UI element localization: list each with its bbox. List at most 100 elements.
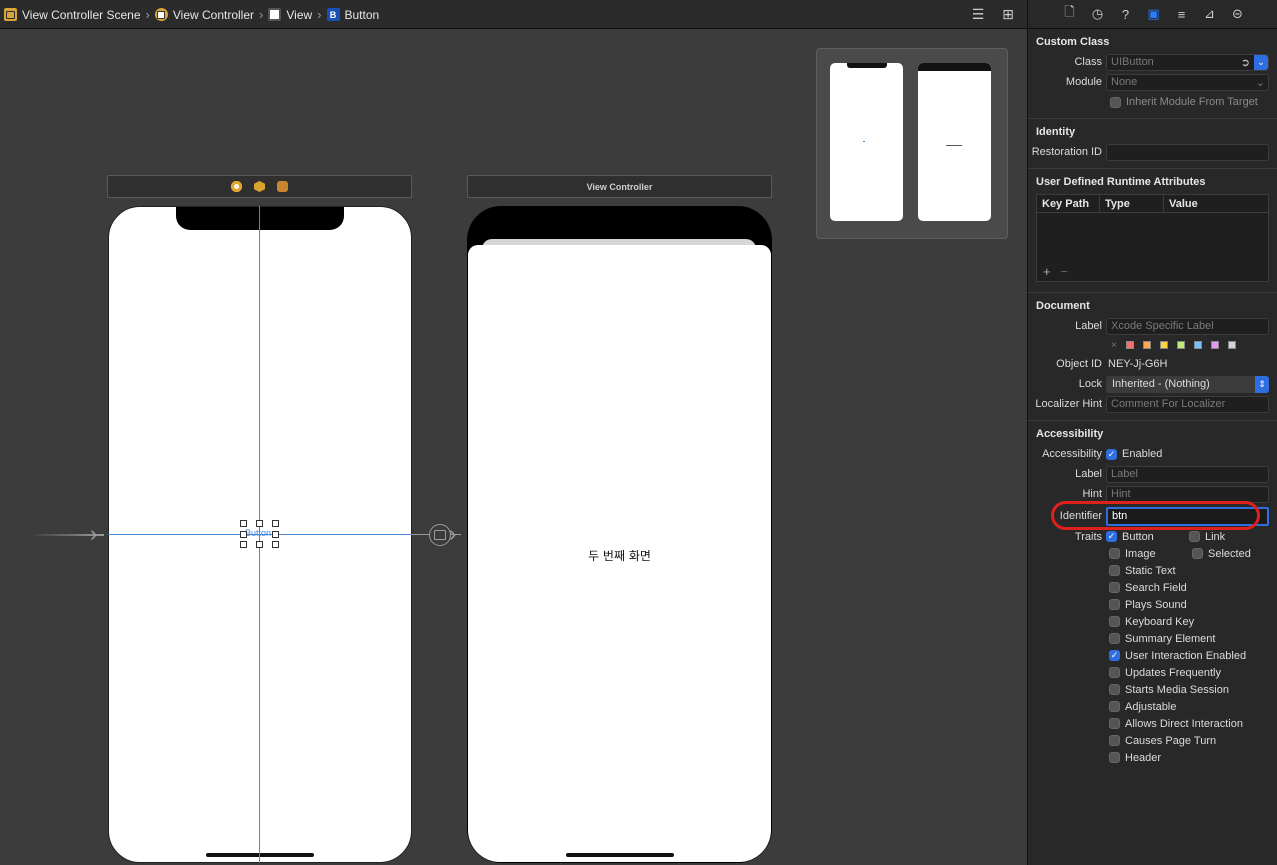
attributes-inspector-icon[interactable]: ≡ — [1172, 5, 1191, 23]
trait-checkbox-updates-frequently[interactable] — [1109, 667, 1120, 678]
trait-checkbox-static-text[interactable] — [1109, 565, 1120, 576]
trait-checkbox-selected[interactable] — [1192, 548, 1203, 559]
color-swatch[interactable] — [1176, 341, 1185, 349]
color-swatch[interactable] — [1159, 341, 1168, 349]
add-attribute-button[interactable]: + — [1043, 264, 1051, 279]
trait-checkbox-search-field[interactable] — [1109, 582, 1120, 593]
canvas-minimap[interactable] — [816, 48, 1008, 239]
checkbox-label: User Interaction Enabled — [1125, 649, 1247, 662]
resize-handle[interactable] — [272, 520, 279, 527]
resize-handle[interactable] — [272, 541, 279, 548]
history-inspector-icon[interactable]: ◷ — [1088, 5, 1107, 23]
breadcrumb-item-button[interactable]: B Button — [326, 8, 379, 22]
accessibility-hint-field[interactable]: Hint — [1106, 485, 1269, 503]
remove-attribute-button[interactable]: − — [1060, 264, 1068, 279]
minimap-scene[interactable] — [830, 63, 903, 221]
identity-section: Identity Restoration ID — [1028, 119, 1277, 169]
trait-checkbox-user-interaction[interactable]: ✓ — [1109, 650, 1120, 661]
color-swatch[interactable] — [1210, 341, 1219, 349]
field-placeholder: Comment For Localizer — [1111, 398, 1226, 410]
view-icon — [268, 8, 282, 21]
lock-popup[interactable]: Inherited - (Nothing) ⇕ — [1106, 375, 1269, 393]
breadcrumb-label: View — [286, 7, 313, 22]
trait-checkbox-plays-sound[interactable] — [1109, 599, 1120, 610]
breadcrumb-item-view-controller[interactable]: View Controller — [154, 8, 254, 22]
minimap-scene[interactable] — [918, 63, 991, 221]
trait-checkbox-allows-direct-interaction[interactable] — [1109, 718, 1120, 729]
field-placeholder: None — [1111, 76, 1138, 88]
scene-dock[interactable]: View Controller — [467, 175, 772, 198]
accessibility-label-field[interactable]: Label — [1106, 465, 1269, 483]
module-field[interactable]: None ⌄ — [1106, 73, 1269, 91]
inherit-module-checkbox[interactable] — [1110, 96, 1121, 108]
field-label: Lock — [1078, 378, 1102, 390]
document-label-field[interactable]: Xcode Specific Label — [1106, 317, 1269, 335]
popup-value: Inherited - (Nothing) — [1112, 378, 1210, 390]
trait-checkbox-header[interactable] — [1109, 752, 1120, 763]
column-header[interactable]: Key Path — [1037, 195, 1100, 212]
modal-sheet[interactable]: 두 번째 화면 — [468, 245, 771, 862]
resize-handle[interactable] — [256, 541, 263, 548]
column-header[interactable]: Value — [1164, 195, 1268, 212]
field-placeholder: Hint — [1111, 488, 1131, 500]
highlight-annotation — [1051, 501, 1260, 530]
file-inspector-icon[interactable]: 🗋 — [1060, 4, 1079, 23]
trait-checkbox-link[interactable] — [1189, 531, 1200, 542]
second-view-controller-screen[interactable]: 두 번째 화면 — [467, 206, 772, 863]
class-field[interactable]: UIButton ➲ ⌄ — [1106, 53, 1269, 71]
color-swatch[interactable] — [1125, 341, 1134, 349]
breadcrumb-item-scene[interactable]: View Controller Scene — [4, 8, 141, 22]
resize-handle[interactable] — [240, 520, 247, 527]
first-responder-icon[interactable] — [254, 181, 265, 192]
resize-handle[interactable] — [256, 520, 263, 527]
breadcrumb-label: View Controller Scene — [22, 7, 141, 22]
trait-checkbox-causes-page-turn[interactable] — [1109, 735, 1120, 746]
trait-checkbox-adjustable[interactable] — [1109, 701, 1120, 712]
clear-color-icon[interactable]: × — [1111, 340, 1117, 351]
restoration-id-field[interactable] — [1106, 143, 1269, 161]
exit-icon[interactable] — [277, 181, 288, 192]
trait-checkbox-button[interactable]: ✓ — [1106, 531, 1117, 542]
checkbox-label: Causes Page Turn — [1125, 734, 1217, 747]
field-label: Hint — [1082, 488, 1102, 500]
go-to-class-icon[interactable]: ➲ — [1241, 56, 1250, 69]
field-placeholder: UIButton — [1111, 56, 1154, 68]
quick-help-icon[interactable]: ? — [1116, 5, 1135, 23]
add-editor-icon[interactable]: ⊞ — [999, 6, 1017, 22]
field-label: Label — [1075, 468, 1102, 480]
segue-icon[interactable] — [429, 524, 451, 546]
runtime-attributes-table[interactable]: Key Path Type Value + − — [1036, 194, 1269, 282]
trait-checkbox-starts-media-session[interactable] — [1109, 684, 1120, 695]
color-swatch[interactable] — [1142, 341, 1151, 349]
chevron-down-icon[interactable]: ⌄ — [1256, 76, 1265, 89]
outline-lines-icon[interactable]: ☰ — [969, 6, 987, 22]
color-swatch[interactable] — [1227, 341, 1236, 349]
arrow-head-icon: › — [449, 521, 457, 546]
trait-checkbox-image[interactable] — [1109, 548, 1120, 559]
chevron-right-icon: › — [317, 7, 322, 22]
breadcrumb: View Controller Scene › View Controller … — [4, 0, 379, 29]
identity-inspector-icon[interactable]: ▣ — [1144, 5, 1163, 23]
resize-handle[interactable] — [272, 531, 279, 538]
accessibility-enabled-checkbox[interactable]: ✓ — [1106, 448, 1117, 460]
resize-handle[interactable] — [240, 541, 247, 548]
localizer-hint-field[interactable]: Comment For Localizer — [1106, 395, 1269, 413]
breadcrumb-item-view[interactable]: View — [268, 8, 312, 22]
scene-icon — [4, 8, 17, 21]
selected-button[interactable]: Button — [245, 528, 271, 538]
color-swatch[interactable] — [1193, 341, 1202, 349]
chevron-down-icon[interactable]: ⌄ — [1254, 54, 1268, 70]
connections-inspector-icon[interactable]: ⊝ — [1228, 5, 1247, 23]
accessibility-section: Accessibility Accessibility ✓ Enabled La… — [1028, 421, 1277, 772]
trait-checkbox-keyboard-key[interactable] — [1109, 616, 1120, 627]
trait-checkbox-summary-element[interactable] — [1109, 633, 1120, 644]
field-label: Traits — [1074, 530, 1102, 543]
resize-handle[interactable] — [240, 531, 247, 538]
scene-dock[interactable] — [107, 175, 412, 198]
second-screen-label: 두 번째 화면 — [588, 549, 651, 563]
view-controller-icon[interactable] — [231, 181, 242, 192]
field-label: Localizer Hint — [1035, 398, 1102, 410]
size-inspector-icon[interactable]: ⊿ — [1200, 5, 1219, 23]
column-header[interactable]: Type — [1100, 195, 1164, 212]
device-notch — [176, 207, 344, 230]
